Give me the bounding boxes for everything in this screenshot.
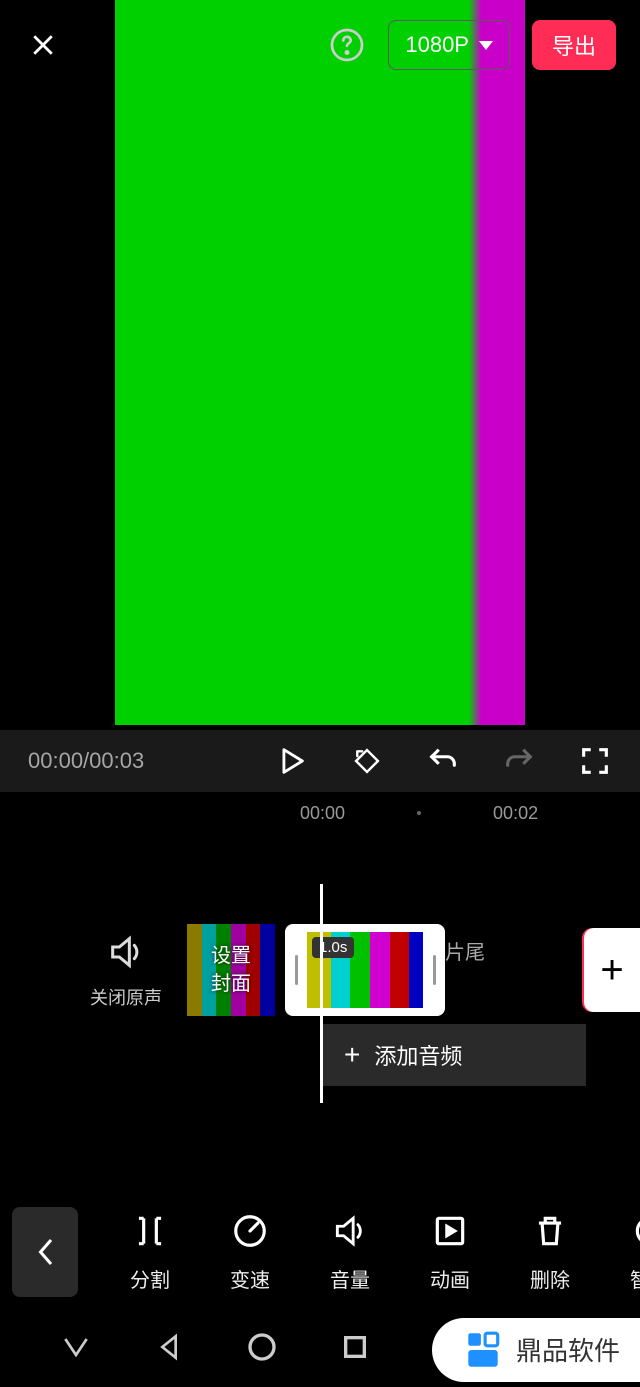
chevron-down-icon bbox=[479, 41, 493, 50]
back-button[interactable] bbox=[12, 1207, 78, 1297]
nav-menu-button[interactable] bbox=[60, 1331, 92, 1368]
plus-icon: + bbox=[344, 1039, 360, 1071]
player-controls: 00:00/00:03 bbox=[0, 730, 640, 792]
clip-tail-label[interactable]: 片尾 bbox=[445, 936, 485, 965]
ruler-mark-1: 00:02 bbox=[493, 803, 538, 824]
help-icon[interactable] bbox=[328, 26, 366, 64]
cover-label-2: 封面 bbox=[211, 970, 251, 998]
resolution-select[interactable]: 1080P bbox=[388, 20, 510, 70]
speed-icon bbox=[231, 1212, 269, 1250]
brand-watermark[interactable]: 鼎品软件 bbox=[432, 1318, 640, 1382]
export-button[interactable]: 导出 bbox=[532, 20, 616, 70]
tool-speed[interactable]: 变速 bbox=[200, 1212, 300, 1293]
clip-handle-left[interactable] bbox=[285, 924, 307, 1016]
tool-volume[interactable]: 音量 bbox=[300, 1212, 400, 1293]
tool-animation[interactable]: 动画 bbox=[400, 1212, 500, 1293]
bottom-toolbar: 分割 变速 音量 动画 删除 智能 bbox=[0, 1192, 640, 1312]
animation-icon bbox=[431, 1212, 469, 1250]
timeline-track[interactable]: 关闭原声 设置 封面 1.0s 片尾 + + 添加音频 bbox=[0, 884, 640, 1104]
tool-smart[interactable]: 智能 bbox=[600, 1212, 640, 1293]
redo-button[interactable] bbox=[502, 744, 536, 778]
cover-label-1: 设置 bbox=[211, 942, 251, 970]
speaker-icon bbox=[106, 932, 146, 972]
add-audio-label: 添加音频 bbox=[374, 1039, 462, 1071]
video-preview[interactable] bbox=[115, 0, 525, 725]
resolution-label: 1080P bbox=[405, 32, 469, 58]
add-audio-button[interactable]: + 添加音频 bbox=[322, 1024, 586, 1086]
clip-thumbnail: 1.0s bbox=[307, 932, 423, 1008]
tool-delete[interactable]: 删除 bbox=[500, 1212, 600, 1293]
preview-magenta-strip bbox=[481, 0, 525, 725]
ruler-mark-0: 00:00 bbox=[300, 803, 345, 824]
delete-icon bbox=[531, 1212, 569, 1250]
mute-original-button[interactable]: 关闭原声 bbox=[90, 932, 162, 1010]
clip-duration-badge: 1.0s bbox=[312, 937, 354, 958]
set-cover-button[interactable]: 设置 封面 bbox=[187, 924, 275, 1016]
nav-recent-button[interactable] bbox=[339, 1331, 371, 1368]
keyframe-button[interactable] bbox=[350, 744, 384, 778]
clip-handle-right[interactable] bbox=[423, 924, 445, 1016]
nav-back-button[interactable] bbox=[153, 1331, 185, 1368]
time-display: 00:00/00:03 bbox=[28, 748, 274, 774]
system-navbar: 鼎品软件 bbox=[0, 1312, 640, 1387]
smart-icon bbox=[631, 1212, 640, 1250]
timeline-ruler[interactable]: 00:00 00:02 bbox=[0, 798, 640, 828]
volume-icon bbox=[331, 1212, 369, 1250]
fullscreen-button[interactable] bbox=[578, 744, 612, 778]
mute-label: 关闭原声 bbox=[90, 984, 162, 1010]
ruler-dot bbox=[417, 811, 421, 815]
nav-home-button[interactable] bbox=[246, 1331, 278, 1368]
tool-split[interactable]: 分割 bbox=[100, 1212, 200, 1293]
playhead[interactable] bbox=[320, 884, 323, 1103]
add-clip-button[interactable]: + bbox=[584, 928, 640, 1012]
selected-clip[interactable]: 1.0s bbox=[285, 924, 445, 1016]
top-bar: 1080P 导出 bbox=[0, 0, 640, 90]
undo-button[interactable] bbox=[426, 744, 460, 778]
brand-text: 鼎品软件 bbox=[516, 1331, 620, 1368]
split-icon bbox=[131, 1212, 169, 1250]
play-button[interactable] bbox=[274, 744, 308, 778]
brand-logo-icon bbox=[462, 1329, 504, 1371]
close-button[interactable] bbox=[24, 26, 62, 64]
